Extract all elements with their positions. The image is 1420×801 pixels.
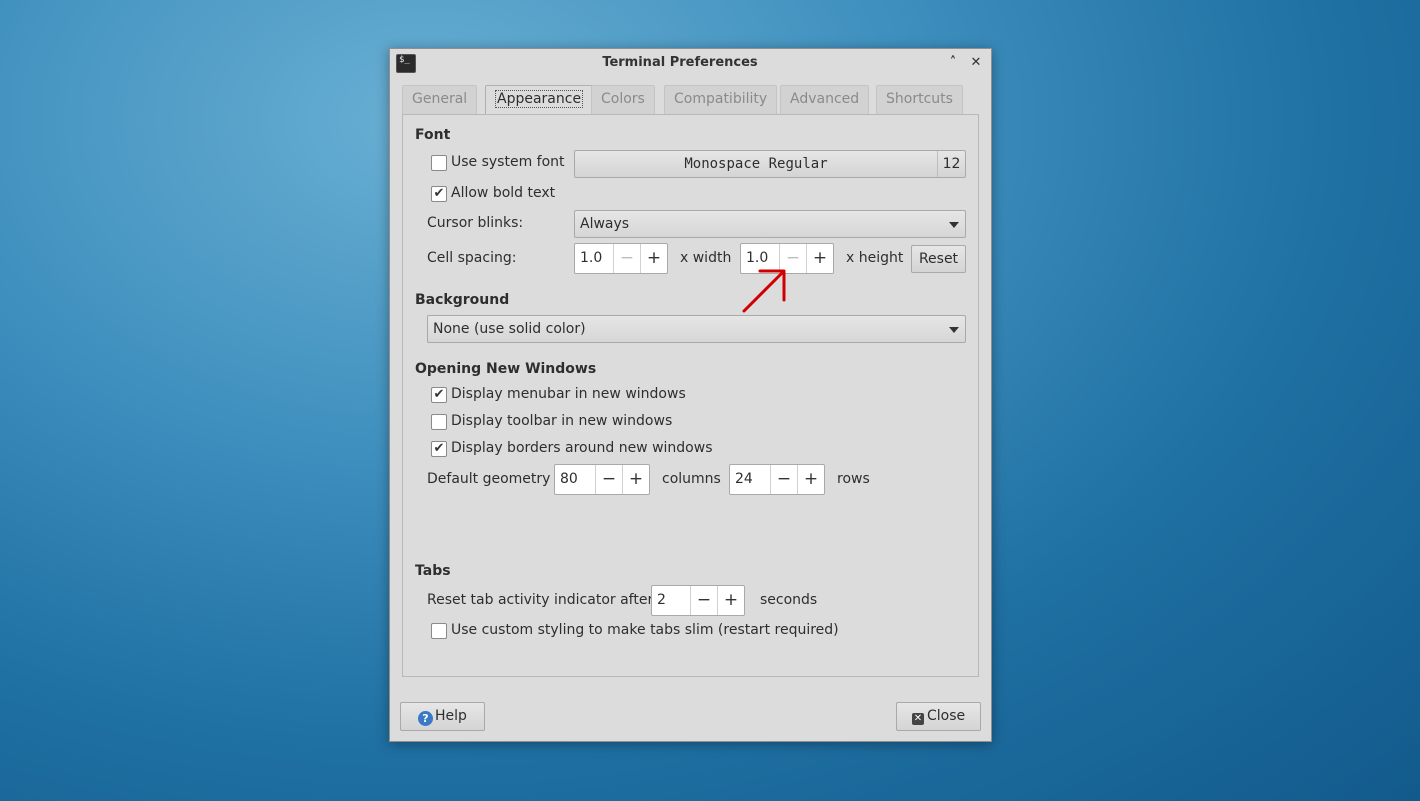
new-windows-section-title: Opening New Windows — [415, 361, 597, 377]
red-arrow-annotation-icon — [742, 269, 786, 313]
cursor-blinks-dropdown[interactable]: Always — [574, 210, 966, 238]
maximize-icon[interactable]: ˄ — [944, 54, 962, 72]
font-chooser-button[interactable]: Monospace Regular 12 — [574, 150, 966, 178]
cell-width-decrement-button[interactable]: − — [613, 244, 640, 273]
help-button-label: Help — [435, 708, 467, 724]
use-system-font-checkbox[interactable] — [431, 155, 447, 171]
width-suffix-label: x width — [680, 250, 732, 266]
height-suffix-label: x height — [846, 250, 904, 266]
rows-increment-button[interactable]: + — [797, 465, 824, 494]
tab-colors[interactable]: Colors — [591, 85, 655, 114]
chevron-down-icon — [949, 327, 959, 333]
display-menubar-label: Display menubar in new windows — [451, 386, 686, 402]
close-window-icon[interactable]: ✕ — [967, 54, 985, 72]
cursor-blinks-value: Always — [580, 216, 630, 232]
slim-tabs-checkbox[interactable] — [431, 623, 447, 639]
allow-bold-label: Allow bold text — [451, 185, 556, 201]
rows-decrement-button[interactable]: − — [770, 465, 797, 494]
help-icon: ? — [418, 711, 433, 726]
close-button[interactable]: ✕ Close — [896, 702, 981, 731]
font-name: Monospace Regular — [684, 156, 828, 172]
tab-general[interactable]: General — [402, 85, 478, 114]
slim-tabs-label: Use custom styling to make tabs slim (re… — [451, 622, 839, 638]
cell-spacing-label: Cell spacing: — [427, 250, 517, 266]
background-value: None (use solid color) — [433, 321, 586, 337]
cell-width-spinner[interactable]: 1.0 − + — [574, 243, 668, 274]
cursor-blinks-label: Cursor blinks: — [427, 215, 524, 231]
reset-activity-spinner[interactable]: 2 − + — [651, 585, 745, 616]
rows-value[interactable]: 24 — [735, 465, 753, 494]
title-bar[interactable]: $_ Terminal Preferences ˄ ✕ — [390, 49, 991, 78]
reset-activity-increment-button[interactable]: + — [717, 586, 744, 615]
display-borders-checkbox[interactable]: ✔ — [431, 441, 447, 457]
columns-value[interactable]: 80 — [560, 465, 578, 494]
chevron-down-icon — [949, 222, 959, 228]
preferences-window: $_ Terminal Preferences ˄ ✕ General Appe… — [389, 48, 992, 742]
rows-suffix-label: rows — [837, 471, 870, 487]
tab-advanced[interactable]: Advanced — [780, 85, 870, 114]
background-section-title: Background — [415, 292, 510, 308]
appearance-panel: Font Use system font Monospace Regular 1… — [402, 114, 979, 677]
use-system-font-label: Use system font — [451, 154, 565, 170]
rows-spinner[interactable]: 24 − + — [729, 464, 825, 495]
display-toolbar-label: Display toolbar in new windows — [451, 413, 673, 429]
font-section-title: Font — [415, 127, 451, 143]
tabs-section-title: Tabs — [415, 563, 451, 579]
tab-shortcuts[interactable]: Shortcuts — [876, 85, 963, 114]
default-geometry-label: Default geometry — [427, 471, 551, 487]
font-size: 12 — [937, 151, 965, 177]
columns-spinner[interactable]: 80 − + — [554, 464, 650, 495]
tab-appearance[interactable]: Appearance — [485, 85, 594, 115]
columns-suffix-label: columns — [662, 471, 721, 487]
cell-height-increment-button[interactable]: + — [806, 244, 833, 273]
cell-width-increment-button[interactable]: + — [640, 244, 667, 273]
window-title: Terminal Preferences — [602, 55, 758, 70]
display-borders-label: Display borders around new windows — [451, 440, 713, 456]
close-button-label: Close — [927, 708, 966, 724]
display-menubar-checkbox[interactable]: ✔ — [431, 387, 447, 403]
reset-activity-value[interactable]: 2 — [657, 586, 666, 615]
reset-spacing-button[interactable]: Reset — [911, 245, 966, 273]
seconds-suffix-label: seconds — [760, 592, 818, 608]
columns-increment-button[interactable]: + — [622, 465, 649, 494]
close-icon: ✕ — [912, 713, 924, 725]
help-button[interactable]: ? Help — [400, 702, 485, 731]
cell-width-value[interactable]: 1.0 — [580, 244, 602, 273]
display-toolbar-checkbox[interactable] — [431, 414, 447, 430]
reset-activity-label: Reset tab activity indicator after — [427, 592, 654, 608]
background-dropdown[interactable]: None (use solid color) — [427, 315, 966, 343]
allow-bold-checkbox[interactable]: ✔ — [431, 186, 447, 202]
tab-compatibility[interactable]: Compatibility — [664, 85, 778, 114]
columns-decrement-button[interactable]: − — [595, 465, 622, 494]
reset-activity-decrement-button[interactable]: − — [690, 586, 717, 615]
